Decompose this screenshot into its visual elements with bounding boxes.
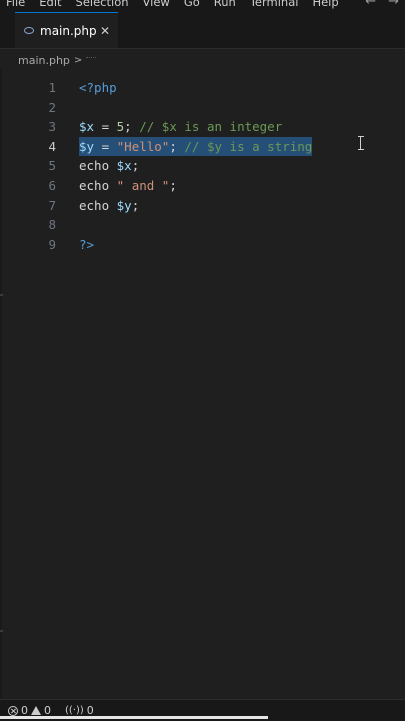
code-token: // $y is a string [184,138,313,154]
code-token: $y [79,138,95,154]
code-token: // $x is an integer [139,119,283,135]
menu-item-selection[interactable]: Selection [76,0,129,9]
code-text: echo $y; [79,196,139,216]
menu-item-file[interactable]: File [6,0,25,9]
line-number: 3 [48,119,56,135]
line-number: 4 [48,138,56,154]
progress-line [0,716,268,719]
chevron-right-icon: > [73,54,83,66]
line-number: 5 [48,158,56,174]
warning-icon [31,706,41,715]
selected-code: $y = "Hello"; // $y is a string [79,136,313,157]
menu-item-go[interactable]: Go [184,0,200,9]
code-token: "Hello" [116,138,170,154]
code-token: ; [124,119,140,135]
code-editor[interactable]: 1 <?php 2 3 $x = 5; // $x is an integer 4 $y =… [0,68,405,698]
tab-label: main.php [40,23,97,38]
menu-item-help[interactable]: Help [312,0,338,9]
code-line[interactable]: 2 [0,98,405,118]
code-token: $x [79,119,95,135]
code-line[interactable]: 8 [0,215,405,235]
code-token: ; [169,178,177,193]
code-text: $x = 5; // $x is an integer [79,117,282,137]
line-number: 6 [48,178,56,193]
code-token: echo [79,158,117,174]
line-number: 7 [48,197,56,213]
back-arrow-icon[interactable]: ← [365,0,376,9]
code-token: ; [169,138,185,154]
menu-item-terminal[interactable]: Terminal [250,0,299,9]
code-line[interactable]: 3 $x = 5; // $x is an integer [0,117,405,137]
code-line[interactable]: 4 $y = "Hello"; // $y is a string [0,136,405,157]
forward-arrow-icon[interactable]: → [388,0,399,9]
tab-main-php[interactable]: main.php ✕ [15,12,118,48]
code-text: echo " and "; [79,176,177,196]
error-icon [8,705,18,716]
code-line[interactable]: 6 echo " and "; [0,176,405,196]
tab-bar: main.php ✕ [0,12,405,49]
nav-controls: ← → [365,0,399,9]
menu-item-edit[interactable]: Edit [39,0,61,9]
line-number: 2 [48,99,56,115]
code-line[interactable]: 5 echo $x; [0,156,405,176]
breadcrumb: main.php > [18,52,97,68]
code-token: $y [116,197,132,213]
line-number: 1 [48,80,56,95]
code-token: ; [131,158,140,174]
code-token: ; [131,197,140,213]
code-token: echo [79,178,117,193]
code-token: = [94,138,117,154]
broadcast-icon: ((·)) [65,705,84,716]
code-token: echo [79,197,117,213]
menu-bar: File Edit Selection View Go Run Terminal Help ←… [0,0,405,12]
code-token: " and " [116,178,170,193]
code-line[interactable]: 1 <?php [0,78,405,98]
code-text: echo $x; [79,156,139,176]
line-number: 9 [48,236,56,252]
line-number: 8 [48,217,56,233]
menu-items: File Edit Selection View Go Run Terminal Help [6,0,339,9]
code-token: ?> [79,236,95,252]
php-file-icon [24,27,34,34]
code-text: <?php [79,78,117,98]
breadcrumb-file[interactable]: main.php [18,54,70,67]
code-token: <?php [79,80,117,95]
code-token: $x [116,158,132,174]
text-cursor-icon [358,136,364,150]
breadcrumb-symbol-placeholder[interactable] [86,56,97,64]
menu-item-run[interactable]: Run [214,0,236,9]
code-text: ?> [79,235,94,255]
menu-item-view[interactable]: View [143,0,170,9]
code-line[interactable]: 9 ?> [0,235,405,255]
close-icon[interactable]: ✕ [100,24,110,38]
code-token: = [94,119,117,135]
code-line[interactable]: 7 echo $y; [0,196,405,216]
